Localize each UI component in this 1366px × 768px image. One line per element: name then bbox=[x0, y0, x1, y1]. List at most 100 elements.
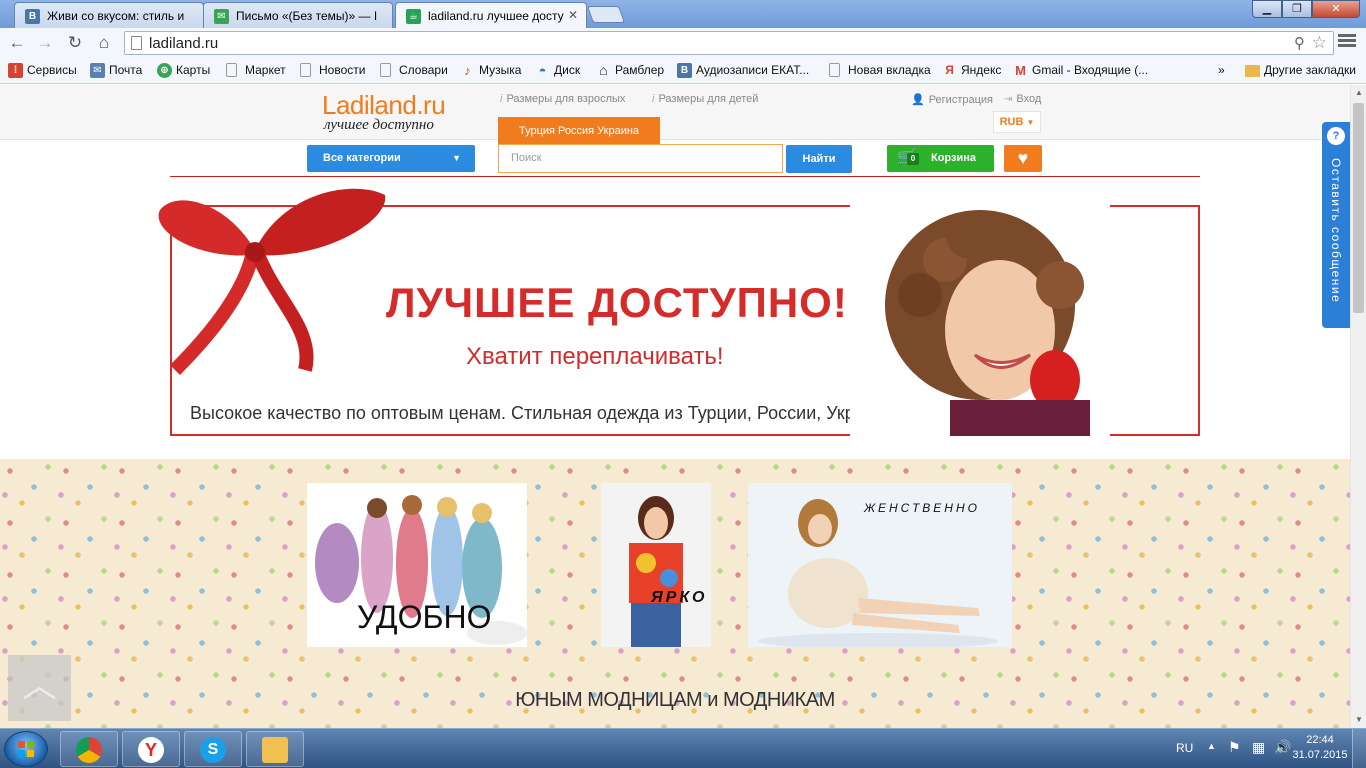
bookmarks-bar: ⁞ Сервисы ✉ Почта ⊕ Карты Маркет Новости… bbox=[0, 58, 1366, 84]
bookmark-mail[interactable]: ✉ Почта bbox=[90, 63, 142, 78]
all-categories-button[interactable]: Все категории ▼ bbox=[307, 145, 475, 172]
restore-button[interactable]: ❐ bbox=[1282, 0, 1312, 18]
action-center-flag-icon[interactable]: ⚑ bbox=[1228, 739, 1241, 756]
new-tab-button[interactable] bbox=[586, 6, 626, 23]
bookmarks-overflow-button[interactable]: » bbox=[1218, 63, 1225, 77]
browser-tab[interactable]: В Живи со вкусом: стиль и bbox=[14, 2, 204, 28]
skype-icon: S bbox=[200, 737, 226, 763]
promo-feminine[interactable]: ЖЕНСТВЕННО bbox=[748, 483, 1012, 647]
bookmark-news[interactable]: Новости bbox=[300, 63, 365, 77]
network-icon[interactable]: ▦ bbox=[1252, 739, 1265, 756]
favorites-heart-icon[interactable]: ♥ bbox=[1004, 145, 1042, 172]
browser-tab-active[interactable]: ☕ ladiland.ru лучшее досту ✕ bbox=[395, 2, 587, 29]
bookmark-maps[interactable]: ⊕ Карты bbox=[157, 63, 211, 78]
system-clock[interactable]: 22:44 31.07.2015 bbox=[1290, 733, 1350, 763]
disk-icon: ◓ bbox=[538, 63, 547, 78]
taskbar-yandex[interactable]: Y bbox=[122, 731, 180, 767]
clock-date: 31.07.2015 bbox=[1292, 749, 1348, 761]
tab-title: Живи со вкусом: стиль и bbox=[47, 9, 185, 23]
scroll-to-top-chevron-up-icon[interactable]: ︿ bbox=[8, 655, 71, 721]
bookmark-label: Словари bbox=[399, 63, 448, 77]
page-icon bbox=[131, 36, 142, 50]
cart-button[interactable]: 🛒 0 Корзина bbox=[887, 145, 994, 172]
browser-tabstrip: В Живи со вкусом: стиль и ✉ Письмо «(Без… bbox=[0, 0, 1366, 29]
bookmark-label: Рамблер bbox=[615, 63, 665, 77]
bookmark-services[interactable]: ⁞ Сервисы bbox=[8, 63, 77, 78]
sizes-kids-link[interactable]: i Размеры для детей bbox=[652, 93, 758, 105]
tray-expand-icon[interactable]: ▲ bbox=[1207, 741, 1216, 751]
caret-down-icon: ▼ bbox=[452, 153, 461, 163]
bookmark-label: Маркет bbox=[245, 63, 286, 77]
banner-title: ЛУЧШЕЕ ДОСТУПНО! bbox=[386, 279, 848, 326]
site-logo[interactable]: Ladiland.ru лучшее доступно bbox=[322, 90, 446, 133]
login-link[interactable]: ⇥ Вход bbox=[1004, 93, 1041, 105]
find-button[interactable]: Найти bbox=[786, 145, 852, 173]
bookmark-label: Музыка bbox=[479, 63, 522, 77]
country-tab[interactable]: Турция Россия Украина bbox=[498, 117, 660, 145]
address-bar[interactable]: ladiland.ru ⚲ ☆ bbox=[124, 31, 1334, 55]
bookmark-label: Карты bbox=[176, 63, 211, 77]
cart-label: Корзина bbox=[931, 152, 976, 164]
scroll-down-arrow-icon[interactable]: ▼ bbox=[1351, 712, 1366, 728]
site-favicon-icon: ☕ bbox=[406, 9, 421, 24]
page-icon bbox=[829, 63, 840, 77]
woman-bright-top-image bbox=[601, 483, 711, 647]
bookmark-yandex[interactable]: Я Яндекс bbox=[942, 63, 1001, 77]
sizes-adult-link[interactable]: i Размеры для взрослых bbox=[500, 93, 625, 105]
bookmark-disk[interactable]: ◓ Диск bbox=[535, 63, 581, 78]
language-indicator[interactable]: RU bbox=[1176, 741, 1193, 755]
caret-down-icon: ▼ bbox=[1026, 118, 1035, 127]
login-label: Вход bbox=[1016, 93, 1042, 105]
close-tab-icon[interactable]: ✕ bbox=[568, 8, 578, 22]
bookmark-market[interactable]: Маркет bbox=[226, 63, 286, 77]
register-label: Регистрация bbox=[928, 94, 994, 106]
bookmark-new-tab[interactable]: Новая вкладка bbox=[829, 63, 931, 77]
promo-bright[interactable]: ЯРКО bbox=[601, 483, 711, 647]
page-icon bbox=[300, 63, 311, 77]
currency-select[interactable]: RUB ▼ bbox=[993, 111, 1041, 133]
show-desktop-button[interactable] bbox=[1352, 729, 1366, 768]
woman-portrait-image bbox=[850, 205, 1110, 436]
scrollbar-thumb[interactable] bbox=[1353, 103, 1364, 313]
promo-label: ЖЕНСТВЕННО bbox=[864, 501, 980, 515]
bookmark-rambler[interactable]: ⌂ Рамблер bbox=[596, 63, 665, 78]
taskbar-skype[interactable]: S bbox=[184, 731, 242, 767]
register-link[interactable]: 👤 Регистрация bbox=[911, 93, 993, 106]
home-icon[interactable]: ⌂ bbox=[93, 32, 115, 54]
info-icon: i bbox=[652, 93, 655, 105]
reload-icon[interactable]: ↻ bbox=[64, 32, 86, 54]
start-button[interactable] bbox=[4, 731, 48, 767]
forward-arrow-icon[interactable]: → bbox=[34, 32, 56, 54]
address-url[interactable]: ladiland.ru bbox=[149, 35, 218, 52]
browser-menu-icon[interactable] bbox=[1338, 32, 1356, 52]
bookmark-star-icon[interactable]: ☆ bbox=[1312, 33, 1327, 53]
browser-tab[interactable]: ✉ Письмо «(Без темы)» — I bbox=[203, 2, 393, 28]
minimize-button[interactable]: ▁ bbox=[1252, 0, 1282, 18]
taskbar-chrome[interactable] bbox=[60, 731, 118, 767]
bookmark-audio[interactable]: В Аудиозаписи ЕКАТ... bbox=[677, 63, 809, 78]
page-scrollbar[interactable]: ▲ ▼ bbox=[1350, 85, 1366, 728]
zoom-icon[interactable]: ⚲ bbox=[1294, 34, 1305, 52]
sizes-adult-label: Размеры для взрослых bbox=[506, 93, 626, 105]
bookmark-label: Gmail - Входящие (... bbox=[1032, 63, 1149, 77]
bookmark-gmail[interactable]: M Gmail - Входящие (... bbox=[1013, 63, 1149, 78]
mail-icon: ✉ bbox=[214, 9, 229, 24]
feedback-tab[interactable]: ? Оставить сообщение bbox=[1322, 122, 1350, 328]
windows-taskbar: Y S RU ▲ ⚑ ▦ 🔊 22:44 31.07.2015 bbox=[0, 728, 1366, 768]
scroll-up-arrow-icon[interactable]: ▲ bbox=[1351, 85, 1366, 101]
taskbar-explorer[interactable] bbox=[246, 731, 304, 767]
promo-comfortable[interactable]: УДОБНО bbox=[307, 483, 527, 647]
volume-icon[interactable]: 🔊 bbox=[1274, 739, 1291, 756]
cart-count-badge: 0 bbox=[907, 153, 919, 165]
bookmark-dictionaries[interactable]: Словари bbox=[380, 63, 448, 77]
bookmark-other[interactable]: Другие закладки bbox=[1245, 63, 1356, 77]
search-input[interactable]: Поиск bbox=[498, 144, 783, 173]
info-icon: i bbox=[500, 93, 503, 105]
gmail-icon: M bbox=[1015, 63, 1026, 78]
back-arrow-icon[interactable]: ← bbox=[6, 32, 28, 54]
section-title: ЮНЫМ МОДНИЦАМ и МОДНИКАМ bbox=[515, 689, 835, 711]
bookmark-label: Новая вкладка bbox=[848, 63, 931, 77]
bookmark-music[interactable]: ♪ Музыка bbox=[460, 63, 522, 78]
close-window-button[interactable]: ✕ bbox=[1312, 0, 1360, 18]
mail-icon: ✉ bbox=[90, 63, 105, 78]
